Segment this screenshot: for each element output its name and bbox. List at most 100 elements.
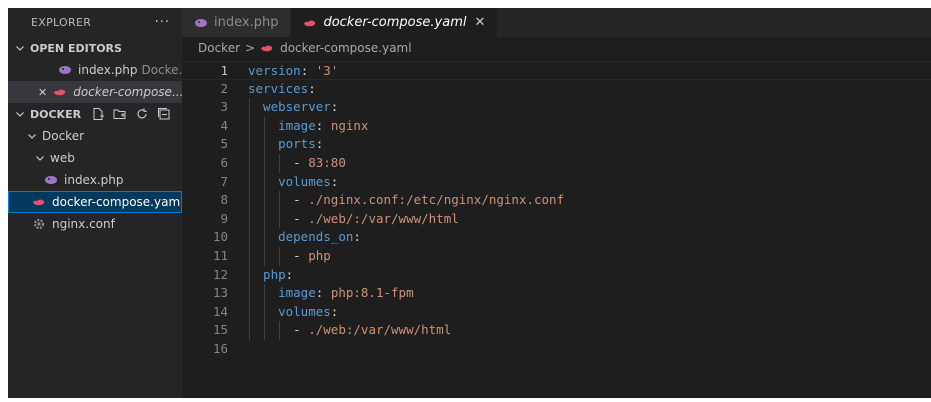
colon: : [353, 229, 361, 245]
indent-guide [279, 209, 281, 229]
yaml-key: volumes [278, 173, 331, 189]
tree-folder-docker[interactable]: Docker [8, 125, 182, 147]
code-line[interactable]: 10 depends_on: [182, 228, 931, 247]
new-file-icon[interactable] [91, 107, 105, 121]
colon: : [315, 285, 324, 301]
indent-guide [249, 302, 250, 322]
code-line[interactable]: 14 volumes: [182, 302, 931, 322]
open-editors-section[interactable]: OPEN EDITORS [8, 37, 182, 59]
code-text: - ./web:/var/www/html [293, 321, 451, 340]
collapse-all-icon[interactable] [157, 107, 171, 121]
close-tab-icon[interactable]: ✕ [474, 15, 485, 30]
screenshot-frame: EXPLORER ··· OPEN EDITORS index.php Dock… [0, 0, 931, 402]
colon: : [330, 173, 339, 189]
colon: : [330, 303, 339, 319]
colon: : [300, 63, 309, 78]
code-line[interactable]: 5 ports: [182, 135, 931, 154]
code-line[interactable]: 3 webserver: [182, 98, 931, 117]
open-editor-label: docker-compose.... [73, 85, 182, 99]
code-editor[interactable]: 1 version: '3' 2 services: 3 webserver: 4 image… [182, 61, 931, 359]
line-number: 13 [212, 285, 228, 301]
code-line[interactable]: 8 - ./nginx.conf:/etc/nginx/nginx.conf [182, 191, 931, 210]
code-line[interactable]: 4 image: nginx [182, 116, 931, 136]
yaml-key: volumes [278, 303, 331, 319]
breadcrumb-folder[interactable]: Docker [198, 41, 240, 55]
list-dash: - [293, 210, 301, 226]
yaml-value: php [308, 247, 331, 263]
indent-guide [249, 191, 250, 210]
indent-guide [264, 246, 266, 266]
indent-guide [249, 153, 250, 173]
chevron-down-icon [14, 42, 26, 54]
explorer-header: EXPLORER ··· [8, 8, 182, 37]
code-text: depends_on: [278, 228, 361, 247]
tab-bar: index.php docker-compose.yaml ✕ [182, 8, 931, 37]
open-editor-item-docker-compose[interactable]: ✕ docker-compose.... [8, 81, 182, 103]
open-editor-desc: Docke... [141, 63, 182, 77]
line-number: 3 [220, 99, 228, 115]
code-text: services: [248, 80, 316, 99]
list-dash: - [293, 192, 301, 208]
list-dash: - [293, 247, 301, 263]
code-line[interactable]: 16 [182, 340, 931, 359]
indent-guide [264, 302, 266, 322]
code-line[interactable]: 7 volumes: [182, 172, 931, 192]
new-folder-icon[interactable] [113, 107, 127, 121]
line-number: 12 [212, 266, 228, 282]
indent-guide [279, 191, 281, 210]
indent-guide [264, 116, 266, 136]
line-number: 14 [212, 303, 228, 319]
whale-icon [304, 20, 316, 26]
code-text: - php [293, 247, 331, 266]
indent-guide [279, 246, 281, 266]
code-line[interactable]: 12 php: [182, 265, 931, 285]
tree-folder-web[interactable]: web [8, 147, 182, 169]
indent-guide [279, 153, 281, 173]
breadcrumb: Docker > docker-compose.yaml [182, 37, 931, 59]
code-line[interactable]: 6 - 83:80 [182, 153, 931, 173]
code-line[interactable]: 2 services: [182, 80, 931, 99]
tree-file-index-php[interactable]: index.php [8, 169, 182, 191]
yaml-value: ./web/:/var/www/html [308, 210, 459, 226]
line-number: 11 [212, 247, 228, 263]
code-text: - ./web/:/var/www/html [293, 210, 459, 229]
indent-guide [249, 228, 250, 247]
explorer-title: EXPLORER [31, 16, 92, 29]
line-number: 5 [220, 136, 228, 152]
indent-guide [264, 135, 266, 154]
code-line[interactable]: 1 version: '3' [182, 61, 931, 80]
code-line[interactable]: 11 - php [182, 246, 931, 266]
yaml-value: ./nginx.conf:/etc/nginx/nginx.conf [308, 192, 565, 208]
yaml-value: php:8.1-fpm [330, 285, 414, 301]
indent-guide [264, 191, 266, 210]
code-text: image: php:8.1-fpm [278, 284, 414, 303]
code-line[interactable]: 15 - ./web:/var/www/html [182, 321, 931, 340]
close-icon[interactable]: ✕ [38, 86, 47, 99]
code-text: image: nginx [278, 117, 368, 136]
yaml-key: image [278, 285, 316, 301]
tree-label: web [50, 151, 75, 165]
indent-guide [249, 116, 250, 136]
code-line[interactable]: 13 image: php:8.1-fpm [182, 284, 931, 303]
tree-file-docker-compose[interactable]: docker-compose.yaml [8, 191, 182, 213]
workspace-section[interactable]: DOCKER [8, 103, 182, 125]
code-text: - 83:80 [293, 154, 346, 173]
more-actions-icon[interactable]: ··· [155, 15, 170, 30]
tree-file-nginx-conf[interactable]: nginx.conf [8, 213, 182, 235]
yaml-key: ports [278, 136, 316, 152]
tab-docker-compose[interactable]: docker-compose.yaml ✕ [291, 8, 499, 37]
refresh-icon[interactable] [135, 107, 149, 121]
tree-label: nginx.conf [52, 217, 115, 231]
code-text: php: [263, 266, 293, 285]
tab-index-php[interactable]: index.php [182, 8, 292, 37]
breadcrumb-file[interactable]: docker-compose.yaml [280, 41, 411, 55]
code-line[interactable]: 9 - ./web/:/var/www/html [182, 209, 931, 229]
line-number: 15 [212, 322, 228, 338]
tab-label: index.php [214, 15, 279, 30]
code-text: version: '3' [248, 62, 338, 81]
code-text: - ./nginx.conf:/etc/nginx/nginx.conf [293, 191, 564, 210]
open-editor-item-index[interactable]: index.php Docke... [8, 59, 182, 81]
indent-guide [249, 321, 250, 340]
line-number: 1 [220, 63, 228, 78]
workspace-actions [91, 107, 171, 121]
